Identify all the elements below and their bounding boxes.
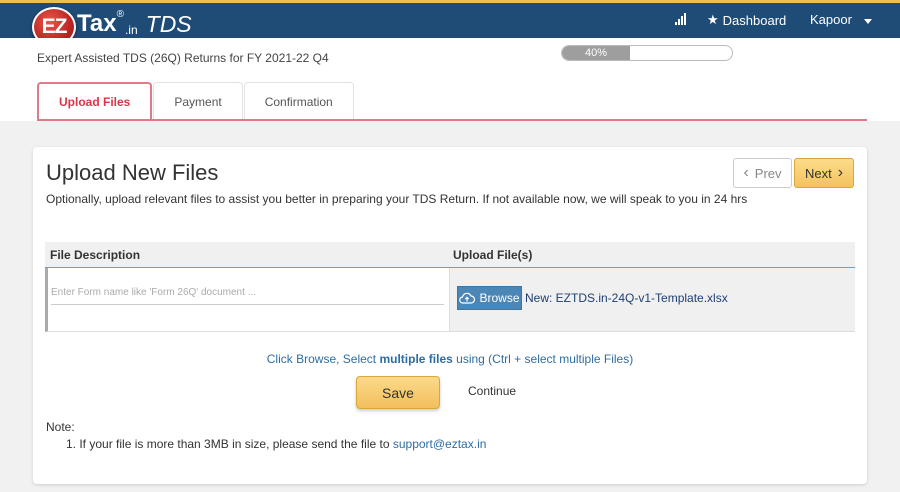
continue-button[interactable]: Continue xyxy=(468,384,516,398)
browse-label: Browse xyxy=(479,291,520,305)
next-button[interactable]: Next › xyxy=(794,158,854,188)
step-tabs: Upload Files Payment Confirmation xyxy=(37,82,355,120)
logo-in-text: .in xyxy=(124,23,138,37)
logo-registered-mark: ® xyxy=(116,9,124,20)
star-icon: ★ xyxy=(707,12,719,27)
table-header: File Description Upload File(s) xyxy=(45,242,855,268)
tab-confirmation[interactable]: Confirmation xyxy=(243,82,354,120)
chevron-right-icon: › xyxy=(837,164,844,181)
logo-tax-text: Tax xyxy=(77,10,117,37)
table-row: Browse New: EZTDS.in-24Q-v1-Template.xls… xyxy=(45,268,855,332)
user-name: Kapoor xyxy=(810,12,852,27)
next-label: Next xyxy=(804,165,832,181)
prev-label: Prev xyxy=(754,165,782,181)
description-cell xyxy=(48,268,450,331)
file-description-input[interactable] xyxy=(51,280,444,305)
tab-payment[interactable]: Payment xyxy=(153,82,243,120)
note-item: 1. If your file is more than 3MB in size… xyxy=(66,437,487,451)
save-button[interactable]: Save xyxy=(356,376,440,409)
template-file-link[interactable]: New: EZTDS.in-24Q-v1-Template.xlsx xyxy=(525,291,728,305)
progress-bar: 40% xyxy=(561,45,733,61)
card-title: Upload New Files xyxy=(46,160,219,185)
page-subtitle: Expert Assisted TDS (26Q) Returns for FY… xyxy=(37,51,329,65)
dashboard-link[interactable]: ★ Dashboard xyxy=(707,12,786,28)
top-navbar: EZ Tax ® .in TDS ★ Dashboard Kapoor xyxy=(0,0,900,47)
cloud-upload-icon xyxy=(459,292,476,304)
support-email-link[interactable]: support@eztax.in xyxy=(393,437,487,451)
prev-button[interactable]: ‹ Prev xyxy=(733,158,792,188)
dashboard-label: Dashboard xyxy=(722,12,787,28)
tab-underline xyxy=(37,119,867,121)
upload-table: File Description Upload File(s) Browse N… xyxy=(45,242,855,332)
chevron-down-icon xyxy=(863,18,872,24)
logo-tds-text: TDS xyxy=(145,11,192,37)
note-title: Note: xyxy=(46,420,75,434)
upload-cell: Browse New: EZTDS.in-24Q-v1-Template.xls… xyxy=(450,268,855,331)
col-file-description: File Description xyxy=(50,247,141,262)
card-description: Optionally, upload relevant files to ass… xyxy=(46,192,748,206)
browse-hint: Click Browse, Select multiple files usin… xyxy=(266,352,634,366)
tab-upload-files[interactable]: Upload Files xyxy=(37,82,153,120)
upload-card: Upload New Files Optionally, upload rele… xyxy=(33,147,867,484)
signal-bars-icon[interactable] xyxy=(675,13,688,25)
col-upload-files: Upload File(s) xyxy=(453,247,533,262)
user-menu[interactable]: Kapoor xyxy=(810,12,872,27)
chevron-left-icon: ‹ xyxy=(743,164,749,181)
browse-button[interactable]: Browse xyxy=(457,286,522,310)
progress-label: 40% xyxy=(584,47,608,59)
